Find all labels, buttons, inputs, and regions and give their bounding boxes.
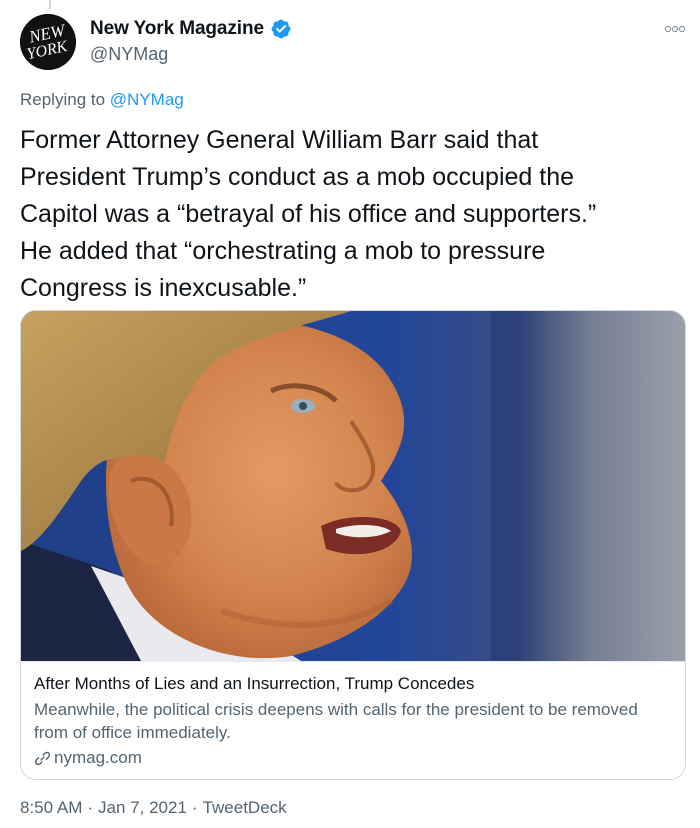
author-names: New York Magazine @NYMag (90, 18, 292, 65)
more-options-icon[interactable] (664, 24, 686, 34)
avatar[interactable]: NEW YORK (20, 14, 76, 70)
tweet-header: NEW YORK New York Magazine @NYMag (20, 14, 686, 74)
tweet-metadata: 8:50 AM · Jan 7, 2021 · TweetDeck (20, 798, 287, 818)
card-description: Meanwhile, the political crisis deepens … (34, 700, 638, 742)
tweet-text: Former Attorney General William Barr sai… (20, 126, 597, 302)
link-preview-card[interactable]: After Months of Lies and an Insurrection… (20, 310, 686, 780)
verified-badge-icon (271, 19, 291, 39)
meta-separator: · (191, 798, 198, 817)
replying-to-handle-link[interactable]: @NYMag (110, 90, 184, 109)
card-domain[interactable]: nymag.com (54, 748, 142, 768)
author-handle[interactable]: @NYMag (90, 44, 292, 65)
card-body[interactable]: After Months of Lies and an Insurrection… (21, 661, 685, 767)
nymag-logo: NEW YORK (20, 14, 76, 70)
card-image[interactable] (21, 311, 685, 661)
card-title[interactable]: After Months of Lies and an Insurrection… (34, 674, 474, 694)
display-name[interactable]: New York Magazine (90, 18, 264, 40)
card-photo-illustration (21, 311, 685, 661)
replying-to: Replying to @NYMag (20, 90, 184, 110)
meta-separator: · (87, 798, 94, 817)
thread-connector-line (49, 0, 51, 9)
card-link[interactable]: nymag.com (34, 748, 142, 768)
tweet-source[interactable]: TweetDeck (203, 798, 287, 818)
tweet-time[interactable]: 8:50 AM (20, 798, 82, 818)
display-name-row: New York Magazine (90, 18, 292, 40)
link-icon (34, 751, 51, 765)
tweet-date[interactable]: Jan 7, 2021 (98, 798, 187, 818)
replying-to-label: Replying to (20, 90, 110, 109)
